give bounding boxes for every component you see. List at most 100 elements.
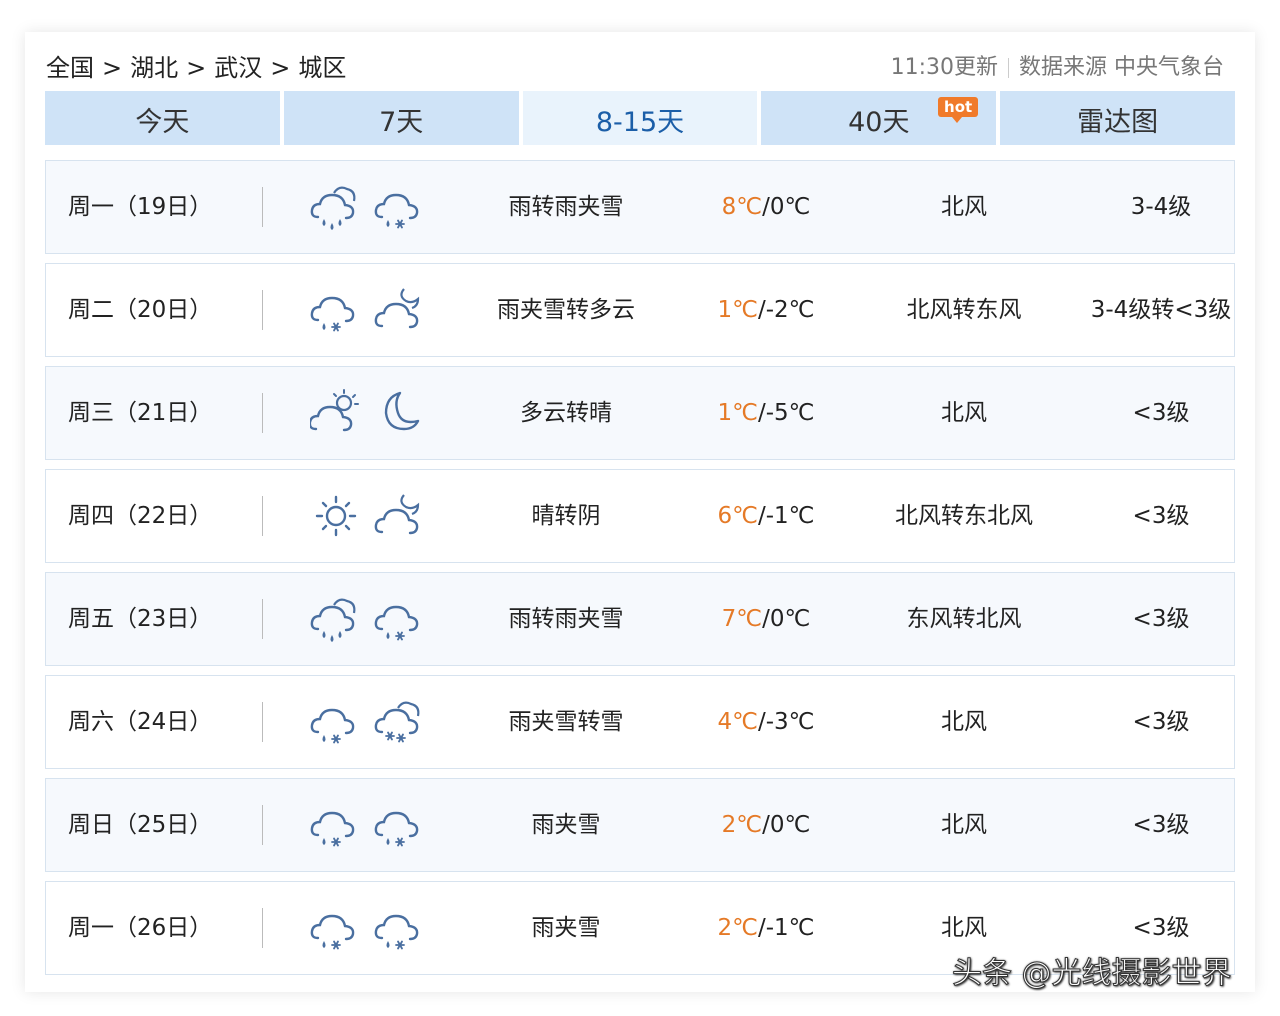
panel-header: 全国 > 湖北 > 武汉 > 城区 11:30更新 数据来源 中央气象台 bbox=[46, 48, 1236, 88]
wind-level: <3级 bbox=[1132, 400, 1190, 426]
tab-radar[interactable]: 雷达图 bbox=[1000, 91, 1235, 145]
temperature-low: /-3℃ bbox=[757, 709, 815, 735]
weather-icons bbox=[310, 470, 440, 562]
weather-description: 雨夹雪转多云 bbox=[497, 297, 635, 323]
wind-direction: 北风 bbox=[941, 812, 987, 838]
row-divider bbox=[262, 805, 263, 845]
wind-direction: 东风转北风 bbox=[906, 606, 1022, 632]
temperature-high: 1℃ bbox=[717, 400, 758, 426]
temperature-range: 6℃/-1℃ bbox=[686, 470, 846, 562]
tab-today[interactable]: 今天 bbox=[45, 91, 280, 145]
temperature-high: 1℃ bbox=[717, 297, 758, 323]
wind-level: 3-4级转<3级 bbox=[1090, 297, 1232, 323]
temperature-low: /-1℃ bbox=[757, 915, 815, 941]
tab-8-15-days[interactable]: 8-15天 bbox=[522, 91, 758, 145]
watermark: 头条 @光线摄影世界 bbox=[952, 956, 1233, 992]
weather-icons bbox=[310, 779, 440, 871]
weather-description: 多云转晴 bbox=[520, 400, 612, 426]
forecast-row: 周四（22日） 晴转阴 6℃/-1℃ 北风转东北风 <3级 bbox=[45, 469, 1235, 563]
tab-label: 雷达图 bbox=[1077, 107, 1159, 138]
temperature-range: 8℃/0℃ bbox=[686, 161, 846, 253]
forecast-day: 周一（19日） bbox=[68, 194, 213, 220]
wind-direction: 北风 bbox=[941, 709, 987, 735]
weather-description: 雨夹雪 bbox=[531, 812, 601, 838]
weather-description: 雨夹雪 bbox=[531, 915, 601, 941]
temperature-low: /0℃ bbox=[762, 812, 811, 838]
forecast-day: 周四（22日） bbox=[68, 503, 213, 529]
row-divider bbox=[262, 187, 263, 227]
weather-description: 雨转雨夹雪 bbox=[508, 606, 624, 632]
tab-label: 今天 bbox=[135, 107, 190, 138]
weather-description: 雨夹雪转雪 bbox=[508, 709, 624, 735]
wind-level: <3级 bbox=[1132, 503, 1190, 529]
forecast-tabs: 今天 7天 8-15天 40天 hot 雷达图 bbox=[45, 91, 1235, 145]
temperature-high: 4℃ bbox=[717, 709, 758, 735]
temperature-high: 7℃ bbox=[721, 606, 763, 632]
weather-icons bbox=[310, 264, 440, 356]
tab-label: 7天 bbox=[379, 107, 424, 138]
wind-level: <3级 bbox=[1132, 606, 1190, 632]
forecast-day: 周三（21日） bbox=[68, 400, 213, 426]
temperature-range: 1℃/-5℃ bbox=[686, 367, 846, 459]
wind-level: <3级 bbox=[1132, 709, 1190, 735]
breadcrumb-separator: > bbox=[186, 54, 207, 82]
tab-40-days[interactable]: 40天 hot bbox=[761, 91, 997, 145]
breadcrumb-separator: > bbox=[270, 54, 291, 82]
temperature-high: 6℃ bbox=[717, 503, 758, 529]
data-source-info: 11:30更新 数据来源 中央气象台 bbox=[891, 48, 1224, 88]
temperature-high: 2℃ bbox=[717, 915, 758, 941]
wind-direction: 北风转东北风 bbox=[895, 503, 1033, 529]
temperature-low: /-5℃ bbox=[757, 400, 815, 426]
weather-icons bbox=[310, 676, 440, 768]
row-divider bbox=[262, 702, 263, 742]
forecast-row: 周五（23日） 雨转雨夹雪 7℃/0℃ 东风转北风 <3级 bbox=[45, 572, 1235, 666]
forecast-row: 周日（25日） 雨夹雪 2℃/0℃ 北风 <3级 bbox=[45, 778, 1235, 872]
forecast-row: 周一（19日） 雨转雨夹雪 8℃/0℃ 北风 3-4级 bbox=[45, 160, 1235, 254]
row-divider bbox=[262, 908, 263, 948]
wind-level: 3-4级 bbox=[1130, 194, 1192, 220]
wind-direction: 北风 bbox=[941, 194, 987, 220]
forecast-row: 周六（24日） 雨夹雪转雪 4℃/-3℃ 北风 <3级 bbox=[45, 675, 1235, 769]
temperature-range: 4℃/-3℃ bbox=[686, 676, 846, 768]
forecast-day: 周六（24日） bbox=[68, 709, 213, 735]
forecast-day: 周二（20日） bbox=[68, 297, 213, 323]
weather-icons bbox=[310, 367, 440, 459]
forecast-row: 周三（21日） 多云转晴 1℃/-5℃ 北风 <3级 bbox=[45, 366, 1235, 460]
temperature-high: 2℃ bbox=[721, 812, 763, 838]
weather-description: 雨转雨夹雪 bbox=[508, 194, 624, 220]
weather-description: 晴转阴 bbox=[531, 503, 601, 529]
update-time: 11:30更新 bbox=[890, 55, 998, 80]
wind-direction: 北风 bbox=[941, 400, 987, 426]
row-divider bbox=[262, 290, 263, 330]
weather-icons bbox=[310, 882, 440, 974]
tab-label: 8-15天 bbox=[595, 107, 685, 138]
forecast-day: 周一（26日） bbox=[68, 915, 213, 941]
forecast-row: 周二（20日） 雨夹雪转多云 1℃/-2℃ 北风转东风 3-4级转<3级 bbox=[45, 263, 1235, 357]
temperature-range: 2℃/-1℃ bbox=[686, 882, 846, 974]
temperature-high: 8℃ bbox=[721, 194, 763, 220]
wind-direction: 北风转东风 bbox=[906, 297, 1022, 323]
source-divider bbox=[1008, 58, 1009, 78]
temperature-range: 7℃/0℃ bbox=[686, 573, 846, 665]
forecast-day: 周日（25日） bbox=[68, 812, 213, 838]
temperature-range: 2℃/0℃ bbox=[686, 779, 846, 871]
row-divider bbox=[262, 393, 263, 433]
wind-level: <3级 bbox=[1132, 812, 1190, 838]
temperature-low: /-2℃ bbox=[757, 297, 815, 323]
tab-label: 40天 bbox=[848, 107, 910, 138]
temperature-low: /0℃ bbox=[762, 194, 811, 220]
forecast-day: 周五（23日） bbox=[68, 606, 213, 632]
breadcrumb-province[interactable]: 湖北 bbox=[130, 54, 178, 82]
breadcrumb-city[interactable]: 武汉 bbox=[214, 54, 262, 82]
tab-7-days[interactable]: 7天 bbox=[283, 91, 519, 145]
weather-icons bbox=[310, 573, 440, 665]
breadcrumb-country[interactable]: 全国 bbox=[46, 54, 94, 82]
weather-icons bbox=[310, 161, 440, 253]
hot-badge: hot bbox=[938, 97, 979, 123]
breadcrumb-district: 城区 bbox=[298, 54, 347, 82]
temperature-range: 1℃/-2℃ bbox=[686, 264, 846, 356]
row-divider bbox=[262, 496, 263, 536]
temperature-low: /-1℃ bbox=[757, 503, 815, 529]
row-divider bbox=[262, 599, 263, 639]
temperature-low: /0℃ bbox=[762, 606, 811, 632]
